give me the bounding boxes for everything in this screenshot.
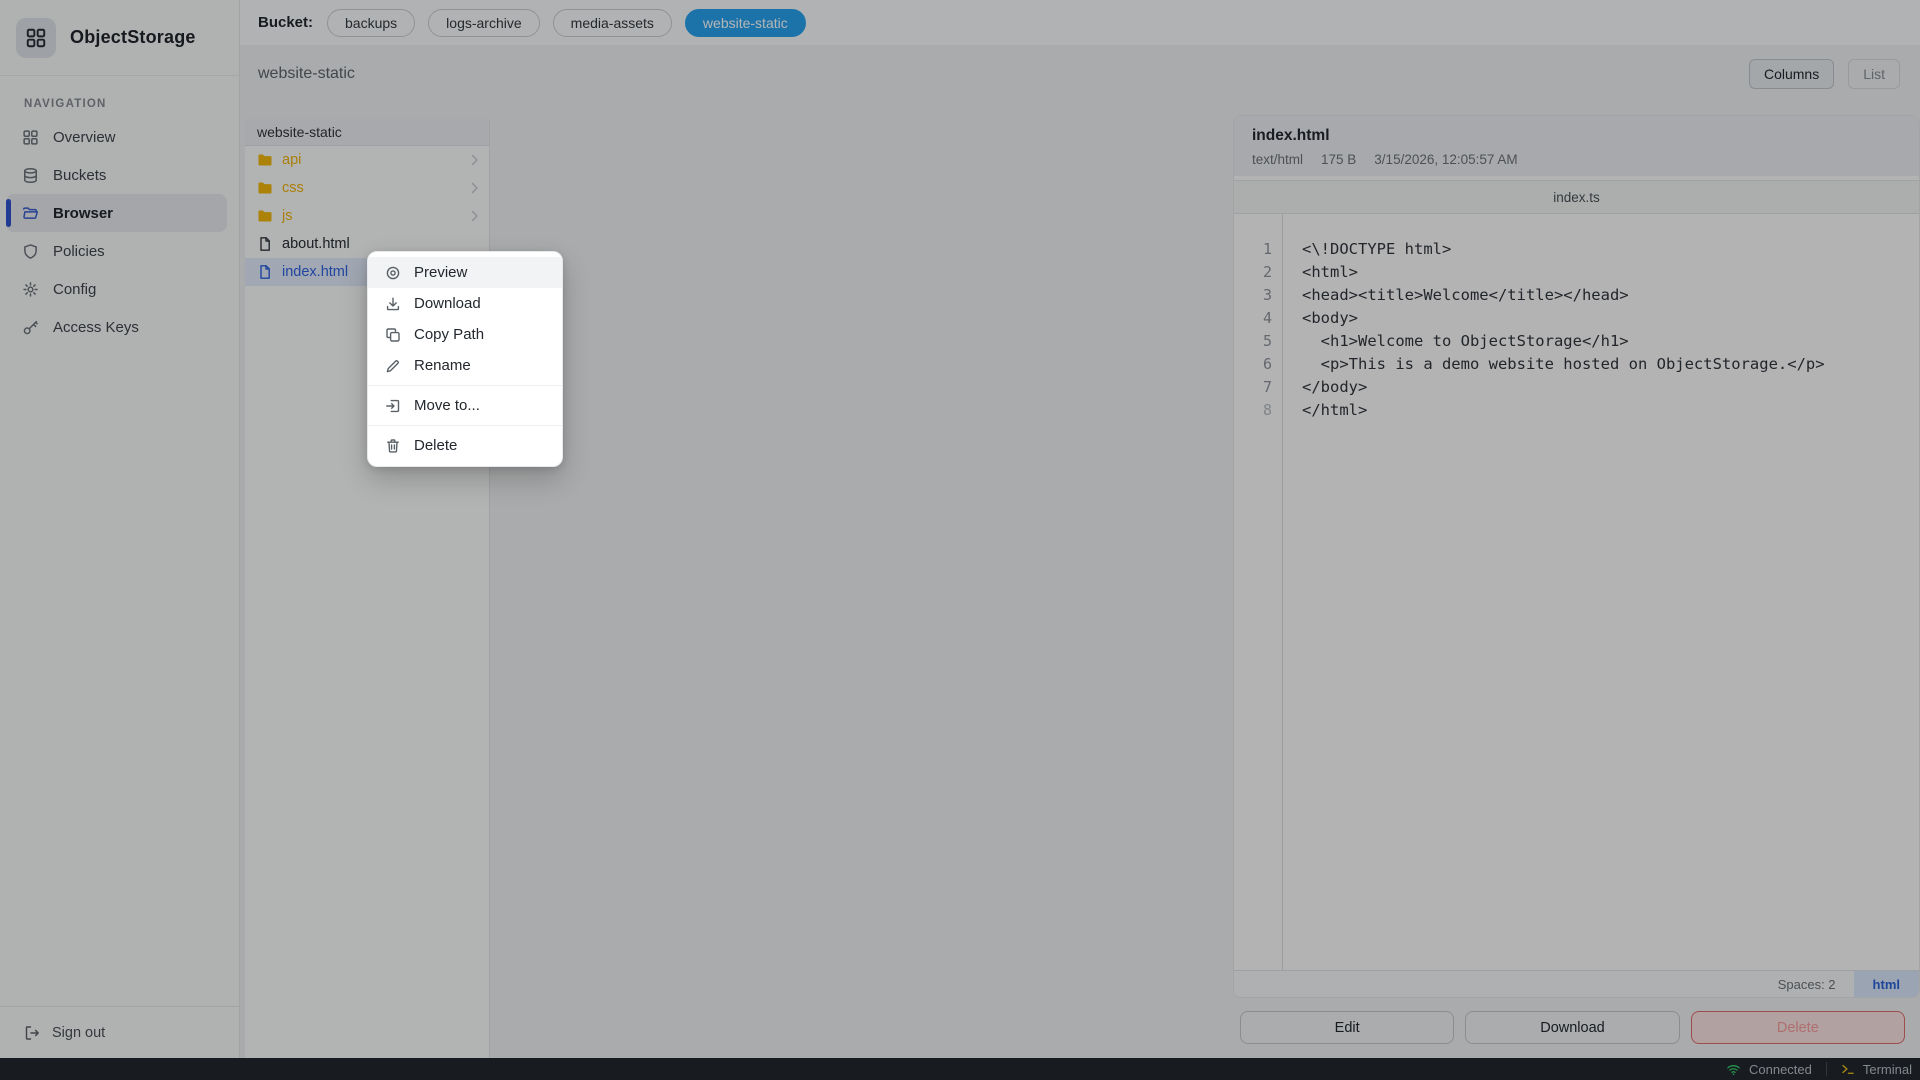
context-menu: Preview Download Copy Path Rename Move to...… xyxy=(367,251,563,467)
trash-icon xyxy=(385,438,401,454)
menu-item-label: Copy Path xyxy=(414,326,484,343)
menu-item-label: Preview xyxy=(414,264,467,281)
copy-icon xyxy=(385,327,401,343)
menu-item-label: Move to... xyxy=(414,397,480,414)
menu-item-rename[interactable]: Rename xyxy=(368,350,562,381)
menu-item-label: Download xyxy=(414,295,481,312)
folder-move-icon xyxy=(385,398,401,414)
modal-backdrop[interactable] xyxy=(0,0,1920,1080)
menu-item-delete[interactable]: Delete xyxy=(368,430,562,461)
menu-item-download[interactable]: Download xyxy=(368,288,562,319)
object-storage-app: ObjectStorage NAVIGATION OverviewBuckets… xyxy=(0,0,1920,1080)
menu-item-copy-path[interactable]: Copy Path xyxy=(368,319,562,350)
download-icon xyxy=(385,296,401,312)
eye-icon xyxy=(385,265,401,281)
menu-item-move-to[interactable]: Move to... xyxy=(368,390,562,421)
menu-item-label: Delete xyxy=(414,437,457,454)
pencil-icon xyxy=(385,358,401,374)
menu-separator xyxy=(368,425,562,426)
menu-item-preview[interactable]: Preview xyxy=(368,257,562,288)
menu-separator xyxy=(368,385,562,386)
menu-item-label: Rename xyxy=(414,357,471,374)
